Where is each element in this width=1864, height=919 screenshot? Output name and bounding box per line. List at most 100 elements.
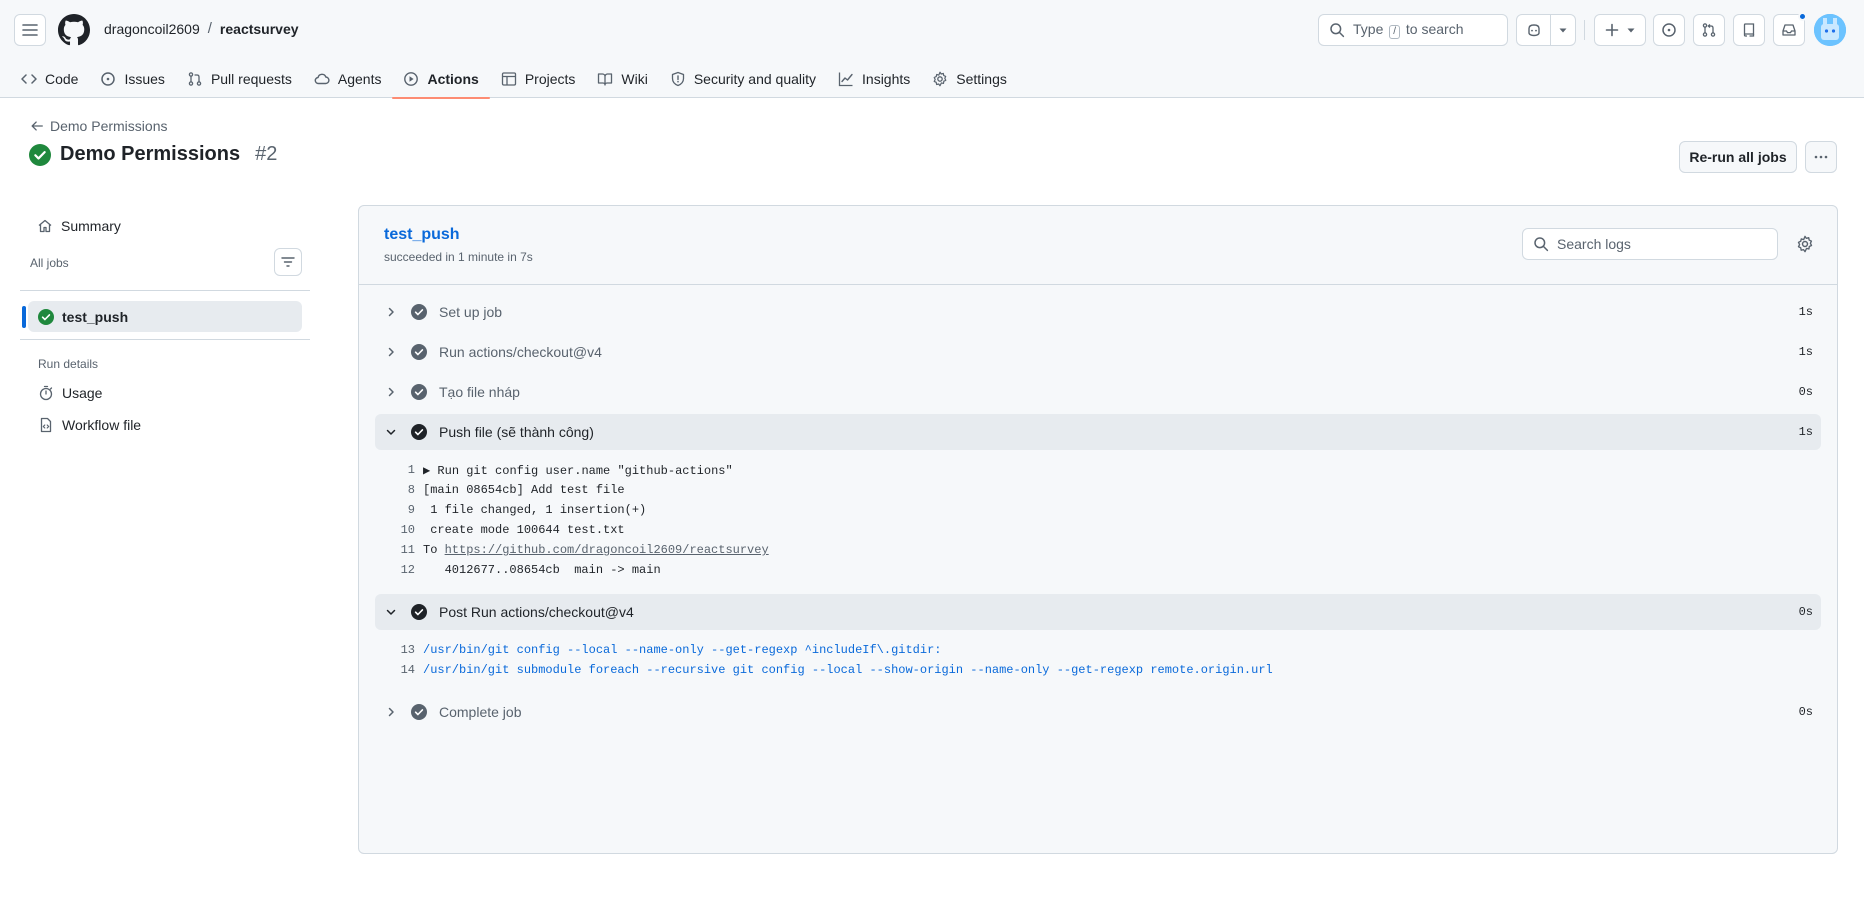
sidebar-item-workflow-file[interactable]: Workflow file [38,417,141,433]
chevron-right-icon [383,346,399,358]
sidebar-item-summary[interactable]: Summary [37,218,121,234]
run-title: Demo Permissions [60,143,241,165]
check-circle-fill-icon [38,308,54,325]
issue-opened-icon [1662,23,1676,37]
check-circle-fill-icon [29,143,51,166]
issues-shortcut-button[interactable] [1653,14,1685,46]
inbox-icon [1782,24,1796,36]
log-line-number[interactable]: 11 [375,543,423,557]
repo-name-link[interactable]: reactsurvey [220,21,299,37]
step-complete-job[interactable]: Complete job 0s [375,694,1821,730]
log-line: 9 1 file changed, 1 insertion(+) [375,500,1821,520]
tab-label: Actions [427,71,479,87]
more-options-button[interactable] [1805,141,1837,173]
step-success-icon [411,704,427,720]
file-code-icon [40,417,52,433]
log-line: 10 create mode 100644 test.txt [375,520,1821,540]
tab-wiki[interactable]: Wiki [586,60,658,98]
repo-owner-link[interactable]: dragoncoil2609 [104,21,200,37]
search-logs-input[interactable]: Search logs [1522,228,1778,260]
code-icon [21,74,37,84]
log-line-text: To [423,543,445,557]
step-name: Push file (sẽ thành công) [439,424,594,440]
tab-issues[interactable]: Issues [89,60,175,98]
log-settings-button[interactable] [1796,235,1814,253]
pull-requests-shortcut-button[interactable] [1693,14,1725,46]
log-line: 11 To https://github.com/dragoncoil2609/r… [375,540,1821,560]
log-line-number[interactable]: 8 [375,483,423,497]
tab-label: Wiki [621,71,648,87]
tab-code[interactable]: Code [10,60,89,98]
tab-actions[interactable]: Actions [392,60,491,99]
sidebar-usage-label: Usage [62,385,103,401]
log-line-number[interactable]: 12 [375,563,423,577]
sidebar-workflow-file-label: Workflow file [62,417,142,433]
gear-icon [933,71,947,87]
step-post-run-checkout[interactable]: Post Run actions/checkout@v4 0s [375,594,1821,630]
log-line-text: /usr/bin/git config --local --name-only … [423,643,942,657]
sidebar-divider [20,339,310,340]
step-run-checkout[interactable]: Run actions/checkout@v4 1s [375,334,1821,370]
search-icon [1534,237,1549,252]
notification-indicator [1798,12,1807,21]
issue-icon [101,72,116,86]
log-line-number[interactable]: 9 [375,503,423,517]
sidebar-item-job[interactable]: test_push [28,301,302,332]
copilot-button[interactable] [1517,15,1551,45]
copilot-dropdown-button[interactable] [1551,15,1575,45]
hamburger-menu-button[interactable] [14,14,46,46]
hamburger-icon [22,24,38,36]
global-search-input[interactable]: Type / to search [1318,14,1508,46]
filter-jobs-button[interactable] [274,248,302,276]
log-line: 1 ▶ Run git config user.name "github-acti… [375,460,1821,480]
step-duration: 1s [1798,425,1813,439]
log-line-text[interactable]: ▶ Run git config user.name "github-actio… [423,463,733,478]
log-line-number[interactable]: 10 [375,523,423,537]
step-duration: 1s [1798,345,1813,359]
repo-url-link[interactable]: https://github.com/dragoncoil2609/reacts… [445,543,769,557]
github-logo-icon[interactable] [58,14,90,46]
tab-label: Code [45,71,79,87]
log-line-number[interactable]: 14 [375,663,423,677]
tab-label: Pull requests [210,71,292,87]
job-log-header: test_push succeeded in 1 minute in 7s Se… [359,206,1837,285]
step-push-file[interactable]: Push file (sẽ thành công) 1s [375,414,1821,450]
search-icon [1330,23,1345,38]
tab-settings[interactable]: Settings [921,60,1018,98]
step-set-up-job[interactable]: Set up job 1s [375,294,1821,330]
back-to-workflow-link[interactable]: Demo Permissions [30,118,167,134]
user-avatar[interactable] [1814,14,1846,46]
step-name: Tạo file nháp [439,384,520,400]
graph-icon [838,72,853,87]
chevron-right-icon [383,386,399,398]
log-line-number[interactable]: 13 [375,643,423,657]
step-name: Run actions/checkout@v4 [439,344,602,360]
step-name: Complete job [439,704,522,720]
tab-agents[interactable]: Agents [303,60,393,98]
tab-label: Agents [337,71,382,87]
arrow-left-icon [31,121,43,131]
tab-insights[interactable]: Insights [827,60,921,98]
chevron-right-icon [383,306,399,318]
post-run-log: 13/usr/bin/git config --local --name-onl… [375,640,1821,680]
pull-request-icon [188,72,202,86]
tab-projects[interactable]: Projects [490,60,587,98]
tab-pull-requests[interactable]: Pull requests [176,60,303,98]
play-icon [404,72,419,86]
filter-icon [281,257,295,267]
sidebar-item-usage[interactable]: Usage [38,385,102,401]
step-create-draft-file[interactable]: Tạo file nháp 0s [375,374,1821,410]
log-line-text: /usr/bin/git submodule foreach --recursi… [423,663,1273,677]
job-title-link[interactable]: test_push [384,226,460,244]
repositories-shortcut-button[interactable] [1733,14,1765,46]
log-line-text: create mode 100644 test.txt [423,523,625,537]
rerun-all-jobs-button[interactable]: Re-run all jobs [1679,141,1797,173]
step-duration: 0s [1798,385,1813,399]
log-line-number[interactable]: 1 [375,463,423,477]
app-header: dragoncoil2609 / reactsurvey Type / to s… [0,0,1864,99]
create-new-button[interactable] [1594,14,1646,46]
tab-security[interactable]: Security and quality [659,60,827,98]
all-jobs-heading: All jobs [30,256,69,270]
shield-icon [671,71,684,87]
run-number: #2 [255,143,278,165]
